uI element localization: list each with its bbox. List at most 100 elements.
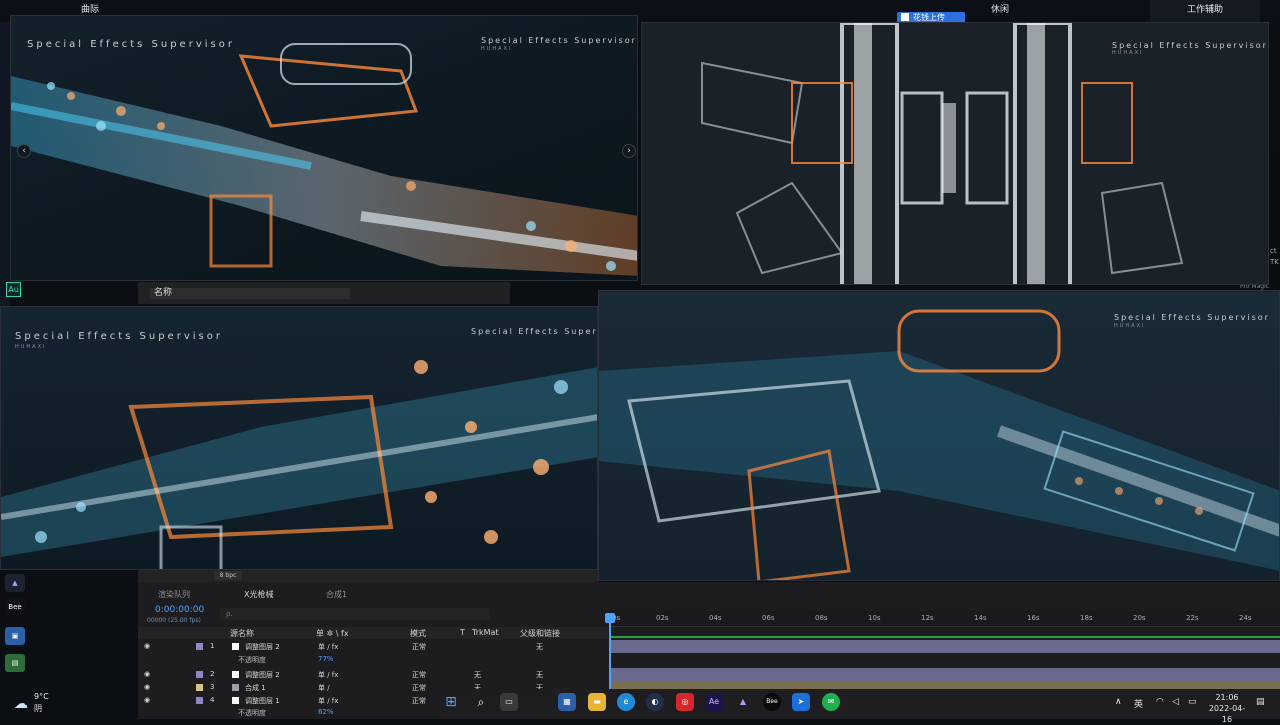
watermark-title: Special Effects Supervisor <box>15 331 223 342</box>
switch-icons[interactable]: 单 / fx <box>318 670 338 680</box>
bee-icon[interactable]: Bee <box>5 598 25 616</box>
layer-icon <box>232 671 239 678</box>
app-icon[interactable]: ▤ <box>5 654 25 672</box>
right-strip-text: ct <box>1270 247 1277 255</box>
search-icon[interactable]: ⌕ <box>472 693 490 711</box>
switch-icons[interactable]: 单 / <box>318 683 330 693</box>
watermark-sub: HUHAXI <box>481 46 513 52</box>
store-icon[interactable]: ▦ <box>558 693 576 711</box>
preview-panel-4[interactable]: Special Effects Supervisor HUHAXI <box>598 290 1280 581</box>
rifle-render-1 <box>11 43 637 276</box>
feishu-icon[interactable]: ➤ <box>792 693 810 711</box>
watermark-sub: HUHAXI <box>1114 323 1146 329</box>
edge-icon[interactable]: e <box>617 693 635 711</box>
wifi-icon[interactable]: ◠ <box>1156 697 1164 707</box>
watermark-title: Special Effects Supervisor <box>481 36 637 45</box>
bpc-toggle[interactable]: 8 bpc <box>214 571 242 580</box>
opacity-value[interactable]: 77% <box>318 655 334 663</box>
cinema4d-icon[interactable]: ◐ <box>646 693 664 711</box>
ruler-tick: 20s <box>1133 614 1146 622</box>
tab-render-queue[interactable]: 渲染队列 <box>158 589 190 600</box>
bee-icon[interactable]: Bee <box>763 693 781 711</box>
after-effects-icon[interactable]: Ae <box>705 693 723 711</box>
watermark-sub: HUHAXI <box>15 344 47 350</box>
layer-icon <box>232 697 239 704</box>
ruler-tick: 10s <box>868 614 881 622</box>
app-icon[interactable]: ▣ <box>5 627 25 645</box>
system-clock[interactable]: 21:06 2022-04-16 <box>1205 692 1249 725</box>
label-color[interactable] <box>196 684 203 691</box>
col-switches[interactable]: 单 ✲ \ fx <box>316 628 349 639</box>
label-color[interactable] <box>196 643 203 650</box>
work-area-bar[interactable] <box>611 636 1280 638</box>
audition-icon[interactable]: Au <box>6 282 21 297</box>
comp-icon <box>232 684 239 691</box>
col-t[interactable]: T <box>460 628 465 637</box>
eye-icon[interactable]: ◉ <box>144 683 150 691</box>
preview-panel-1[interactable]: Special Effects Supervisor Special Effec… <box>10 15 638 281</box>
col-trkmat[interactable]: TrkMat <box>472 628 499 637</box>
layer-name[interactable]: 调整图层 2 <box>245 642 280 652</box>
layer-bar[interactable] <box>611 668 1280 681</box>
preview-panel-2[interactable]: Special Effects Supervisor HUHAXI <box>641 22 1269 285</box>
label-color[interactable] <box>196 697 203 704</box>
chevron-right-icon[interactable]: › <box>622 144 636 158</box>
chevron-left-icon[interactable]: ‹ <box>17 144 31 158</box>
parent-select[interactable]: 无 <box>536 670 543 680</box>
eye-icon[interactable]: ◉ <box>144 696 150 704</box>
notification-icon[interactable]: ▤ <box>1256 697 1265 707</box>
watermark-title: Special Effects Supervisor <box>27 39 235 50</box>
chevron-up-icon[interactable]: ∧ <box>1115 697 1122 707</box>
layer-bar[interactable] <box>611 640 1280 653</box>
battery-icon[interactable]: ▭ <box>1188 697 1197 707</box>
eye-icon[interactable]: ◉ <box>144 642 150 650</box>
ruler-tick: 14s <box>974 614 987 622</box>
layer-name[interactable]: 调整图层 2 <box>245 670 280 680</box>
ruler-tick: 16s <box>1027 614 1040 622</box>
preview-panel-3[interactable]: Special Effects Supervisor HUHAXI Specia… <box>0 306 598 570</box>
start-icon[interactable]: ⊞ <box>442 693 460 711</box>
topbar-item-leisure[interactable]: 休闲 <box>970 0 1030 22</box>
opacity-value[interactable]: 62% <box>318 708 334 716</box>
current-timecode[interactable]: 0:00:00:00 <box>155 605 204 615</box>
eye-icon[interactable]: ◉ <box>144 670 150 678</box>
time-ruler[interactable]: 0s 02s 04s 06s 08s 10s 12s 14s 16s 18s 2… <box>608 611 1280 627</box>
blend-mode-select[interactable]: 正常 <box>412 670 426 680</box>
blend-mode-select[interactable]: 正常 <box>412 696 426 706</box>
switch-icons[interactable]: 单 / fx <box>318 642 338 652</box>
trkmat-select[interactable]: 无 <box>474 670 481 680</box>
topbar-item-work[interactable]: 工作辅助 <box>1150 0 1260 22</box>
opacity-label: 不透明度 <box>238 709 266 717</box>
ime-indicator[interactable]: 英 <box>1134 697 1143 710</box>
label-color[interactable] <box>196 671 203 678</box>
netease-music-icon[interactable]: ◎ <box>676 693 694 711</box>
pictures-icon[interactable]: ▲ <box>5 574 25 592</box>
tab-comp-1[interactable]: 合成1 <box>326 589 347 600</box>
blend-mode-select[interactable]: 正常 <box>412 683 426 693</box>
frame-rate: 00000 (25.00 fps) <box>147 617 201 624</box>
layer-search-input[interactable]: ρ. <box>220 608 490 620</box>
clock-time: 21:06 <box>1215 693 1239 702</box>
opacity-label: 不透明度 <box>238 656 266 664</box>
tab-comp-xray[interactable]: X光枪械 <box>244 589 273 600</box>
col-mode[interactable]: 模式 <box>410 628 426 639</box>
layer-number: 4 <box>210 696 215 704</box>
pictures-icon[interactable]: ▲ <box>734 693 752 711</box>
task-view-icon[interactable]: ▭ <box>500 693 518 711</box>
switch-icons[interactable]: 单 / fx <box>318 696 338 706</box>
right-strip-text: TK <box>1270 258 1279 266</box>
watermark-title: Special Effects Supervisor <box>1112 41 1268 50</box>
wechat-icon[interactable]: ✉ <box>822 693 840 711</box>
parent-select[interactable]: 无 <box>536 642 543 652</box>
layer-name[interactable]: 调整图层 1 <box>245 696 280 706</box>
col-source-name[interactable]: 源名称 <box>230 628 254 639</box>
layer-name[interactable]: 合成 1 <box>245 683 266 693</box>
volume-icon[interactable]: ◁ <box>1172 697 1179 707</box>
blend-mode-select[interactable]: 正常 <box>412 642 426 652</box>
layer-row[interactable]: ◉ 1 调整图层 2 单 / fx 正常 无 <box>138 640 608 653</box>
project-name-column[interactable]: 名称 <box>150 288 350 299</box>
layer-row[interactable]: ◉ 2 调整图层 2 单 / fx 正常 无 无 <box>138 668 608 681</box>
rifle-render-closeup <box>1 360 597 569</box>
col-parent[interactable]: 父级和链接 <box>520 628 560 639</box>
folder-icon[interactable]: ▬ <box>588 693 606 711</box>
